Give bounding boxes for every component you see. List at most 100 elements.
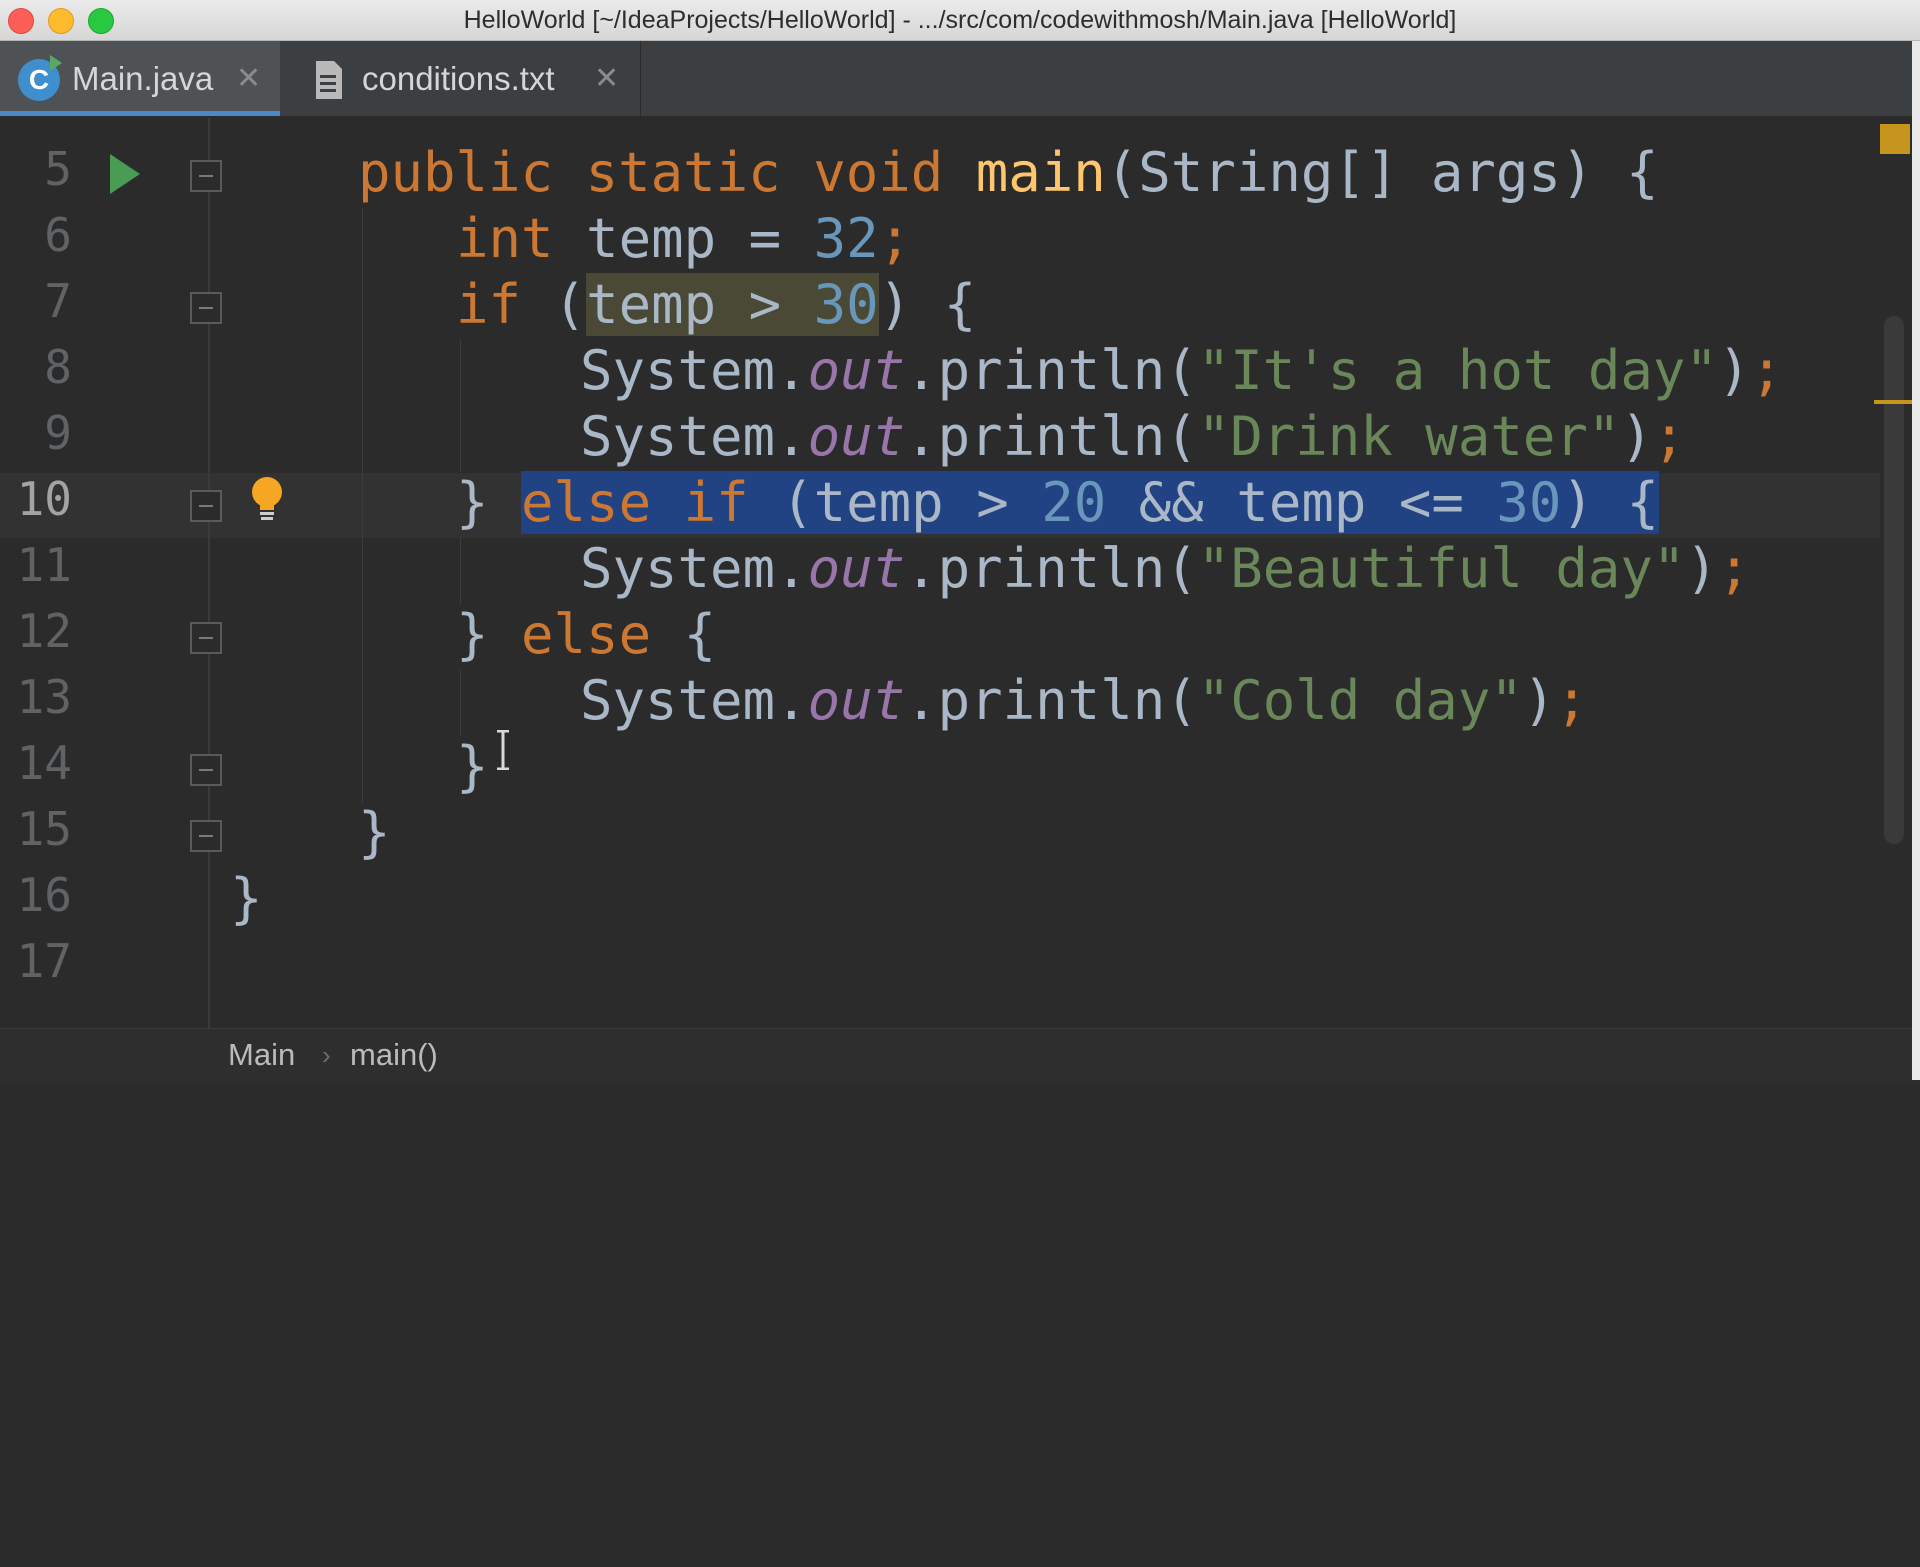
keyword: else	[521, 603, 652, 666]
text-file-icon	[316, 61, 342, 99]
semicolon: ;	[1717, 537, 1751, 600]
string-literal: "Drink water"	[1197, 405, 1621, 468]
tab-label: conditions.txt	[362, 60, 555, 97]
vertical-scrollbar[interactable]	[1884, 316, 1904, 844]
code-text: {	[651, 603, 717, 666]
gutter-separator	[208, 118, 210, 1028]
breadcrumb-item-class[interactable]: Main	[228, 1029, 295, 1081]
code-text: )	[1522, 669, 1556, 732]
semicolon: ;	[1652, 405, 1686, 468]
code-text: temp >	[586, 273, 814, 336]
code-text: ) {	[1561, 471, 1659, 534]
breadcrumb: Main › main()	[0, 1028, 1920, 1081]
tab-label: Main.java	[72, 60, 214, 97]
intention-bulb-icon[interactable]	[250, 476, 284, 526]
code-text: ) {	[878, 273, 977, 336]
highlighted-condition: temp > 30	[586, 273, 879, 336]
active-tab-indicator	[0, 111, 280, 116]
number-literal: 30	[813, 273, 879, 336]
editor-tab-bar: C Main.java ✕ conditions.txt ✕	[0, 41, 1920, 118]
code-line-6: int temp = 32;	[456, 206, 911, 272]
code-text: )	[1717, 339, 1751, 402]
code-text: .println(	[905, 669, 1198, 732]
code-area[interactable]: public static void main(String[] args) {…	[0, 118, 1783, 1567]
fold-marker-icon[interactable]	[190, 820, 222, 852]
keyword: static	[585, 141, 781, 204]
string-literal: "Beautiful day"	[1197, 537, 1686, 600]
indent-guide	[362, 208, 363, 802]
breadcrumb-item-method[interactable]: main()	[350, 1029, 438, 1081]
string-literal: "It's a hot day"	[1197, 339, 1718, 402]
code-text: .println(	[905, 537, 1198, 600]
number-literal: 32	[813, 207, 879, 270]
string-literal: "Cold day"	[1197, 669, 1523, 732]
window-title: HelloWorld [~/IdeaProjects/HelloWorld] -…	[463, 6, 1457, 34]
semicolon: ;	[878, 207, 912, 270]
code-line-7: if (temp > 30) {	[456, 272, 976, 338]
keyword: int	[456, 207, 554, 270]
fold-marker-icon[interactable]	[190, 160, 222, 192]
mouse-ibeam-cursor	[497, 730, 509, 770]
code-text: .println(	[905, 405, 1198, 468]
static-field: out	[807, 339, 906, 402]
code-text: )	[1620, 405, 1653, 468]
code-text: }	[456, 471, 522, 534]
code-line-12: } else {	[456, 602, 716, 668]
static-field: out	[807, 537, 906, 600]
code-text: System.	[580, 537, 808, 600]
code-text: System.	[580, 669, 808, 732]
fold-marker-icon[interactable]	[190, 292, 222, 324]
code-line-5: public static void main(String[] args) {	[358, 140, 1658, 206]
breadcrumb-separator: ›	[322, 1040, 331, 1070]
code-text: )	[1685, 537, 1718, 600]
code-text: .println(	[905, 339, 1198, 402]
code-text: && temp <=	[1106, 471, 1497, 534]
static-field: out	[807, 405, 906, 468]
closing-brace: }	[358, 801, 391, 864]
fold-marker-icon[interactable]	[190, 622, 222, 654]
code-editor[interactable]: 5 6 7 8 9 10 11 12 13 14 15 16 17 public…	[0, 118, 1920, 1028]
keyword: void	[813, 141, 944, 204]
code-text: (	[521, 273, 587, 336]
window-title-bar: HelloWorld [~/IdeaProjects/HelloWorld] -…	[0, 0, 1920, 41]
indent-guide	[460, 670, 461, 736]
close-tab-icon[interactable]: ✕	[236, 41, 261, 116]
fold-marker-icon[interactable]	[190, 490, 222, 522]
code-line-15: }	[358, 800, 391, 866]
window-edge	[1912, 41, 1920, 1080]
number-literal: 20	[1041, 471, 1107, 534]
code-text: temp =	[553, 207, 814, 270]
code-text: System.	[580, 405, 808, 468]
code-line-13: System.out.println("Cold day");	[580, 668, 1588, 734]
semicolon: ;	[1750, 339, 1783, 402]
text-selection: else if (temp > 20 && temp <= 30) {	[521, 471, 1659, 534]
indent-guide	[460, 538, 461, 604]
static-field: out	[807, 669, 906, 732]
indent-guide	[460, 340, 461, 472]
code-line-9: System.out.println("Drink water");	[580, 404, 1685, 470]
fold-marker-icon[interactable]	[190, 754, 222, 786]
code-line-8: System.out.println("It's a hot day");	[580, 338, 1783, 404]
code-line-10: } else if (temp > 20 && temp <= 30) {	[456, 470, 1659, 536]
code-text: (temp >	[748, 471, 1042, 534]
keyword: if	[683, 471, 749, 534]
number-literal: 30	[1496, 471, 1562, 534]
keyword: public	[358, 141, 554, 204]
closing-brace: }	[230, 867, 263, 930]
runnable-badge-icon	[50, 55, 62, 71]
code-line-14: }	[456, 734, 489, 800]
code-line-11: System.out.println("Beautiful day");	[580, 536, 1750, 602]
keyword: else	[521, 471, 652, 534]
inspection-status-icon[interactable]	[1880, 124, 1910, 154]
code-text: (String[] args) {	[1105, 141, 1659, 204]
tab-main-java[interactable]: C Main.java ✕	[0, 41, 280, 116]
close-tab-icon[interactable]: ✕	[594, 41, 619, 116]
method-name: main	[975, 141, 1106, 204]
code-line-16: }	[230, 866, 263, 932]
semicolon: ;	[1555, 669, 1588, 732]
keyword: if	[456, 273, 522, 336]
code-text: }	[456, 603, 522, 666]
code-text: System.	[580, 339, 808, 402]
closing-brace: }	[456, 735, 489, 798]
